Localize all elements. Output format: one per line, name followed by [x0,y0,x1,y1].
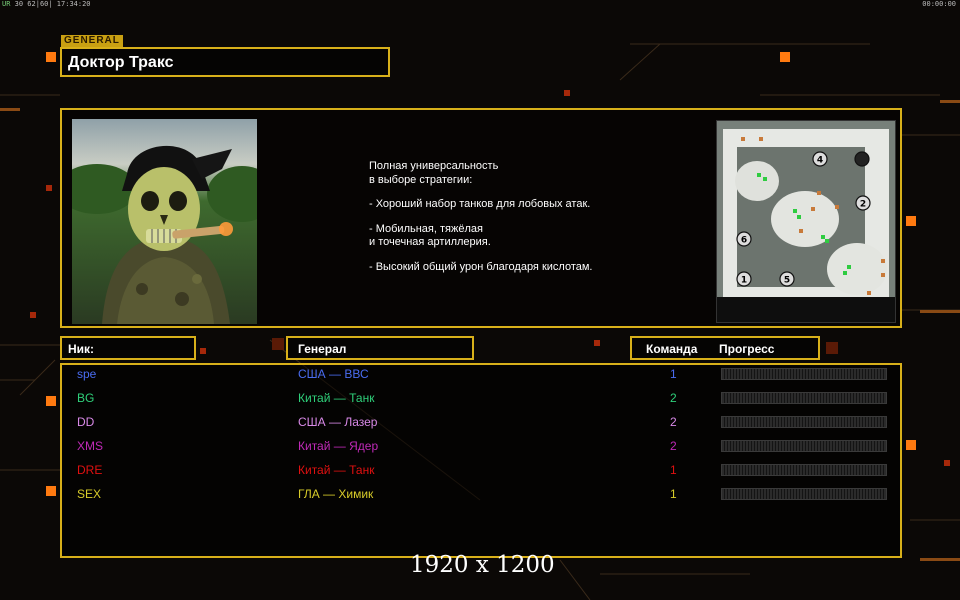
player-general: США — ВВС [298,367,369,381]
player-progress-bar [721,416,887,428]
player-row: DRE Китай — Танк 1 [62,461,900,481]
description-line: - Высокий общий урон благодаря кислотам. [369,260,593,273]
team-progress-header: Команда Прогресс [630,336,820,360]
general-info-panel: Полная универсальность в выборе стратеги… [60,108,902,328]
progress-header-label: Прогресс [719,342,775,356]
description-line: и точечная артиллерия. [369,236,491,248]
hud-status: UR 30 62|60| 17:34:20 [2,0,91,8]
general-header-label: Генерал [298,342,347,356]
general-name-box: Доктор Тракс [60,47,390,77]
resolution-label: 1920 x 1200 [410,552,555,578]
player-team: 1 [670,367,677,381]
general-header: Генерал [286,336,474,360]
team-header-label: Команда [646,342,698,356]
general-description: Полная универсальность в выборе стратеги… [369,160,592,274]
player-nick: DRE [77,463,103,477]
player-progress-bar [721,392,887,404]
map-start-4: 4 [817,156,823,166]
player-row: DD США — Лазер 2 [62,413,900,433]
player-nick: DD [77,415,95,429]
player-general: Китай — Ядер [298,439,379,453]
description-gap [369,212,592,223]
map-start-6: 6 [741,236,747,246]
player-general: Китай — Танк [298,463,375,477]
player-progress-bar [721,464,887,476]
player-nick: spe [77,367,97,381]
player-row: BG Китай — Танк 2 [62,389,900,409]
player-general: США — Лазер [298,415,378,429]
player-row: SEX ГЛА — Химик 1 [62,485,900,505]
description-line: Полная универсальность [369,160,499,172]
player-team: 2 [670,439,677,453]
map-preview[interactable]: 4 2 6 1 5 [716,120,896,323]
map-start-2: 2 [860,200,866,210]
player-row: XMS Китай — Ядер 2 [62,437,900,457]
description-line: - Хороший набор танков для лобовых атак. [369,198,591,210]
description-line: в выборе стратегии: [369,173,473,186]
description-line: - Мобильная, тяжёлая [369,222,483,235]
general-name: Доктор Тракс [68,54,174,71]
hud-level: UR [2,0,11,8]
player-general: ГЛА — Химик [298,487,374,501]
general-tag: GENERAL [61,35,123,47]
general-portrait [72,119,257,324]
player-nick: BG [77,391,95,405]
player-team: 2 [670,415,677,429]
player-nick: XMS [77,439,104,453]
player-row: spe США — ВВС 1 [62,365,900,385]
hud-stats: 30 62|60| 17:34:20 [14,0,91,8]
player-team: 2 [670,391,677,405]
nick-header: Ник: [60,336,196,360]
player-team: 1 [670,463,677,477]
player-nick: SEX [77,487,102,501]
description-gap [369,250,592,261]
player-progress-bar [721,368,887,380]
map-start-5: 5 [784,276,790,286]
hud-clock: 00:00:00 [922,0,956,8]
players-table: spe США — ВВС 1 BG Китай — Танк 2 DD США… [60,363,902,558]
nick-header-label: Ник: [68,342,95,356]
player-team: 1 [670,487,677,501]
player-progress-bar [721,488,887,500]
map-start-1: 1 [741,276,747,286]
player-progress-bar [721,440,887,452]
player-general: Китай — Танк [298,391,375,405]
description-gap [369,187,592,198]
